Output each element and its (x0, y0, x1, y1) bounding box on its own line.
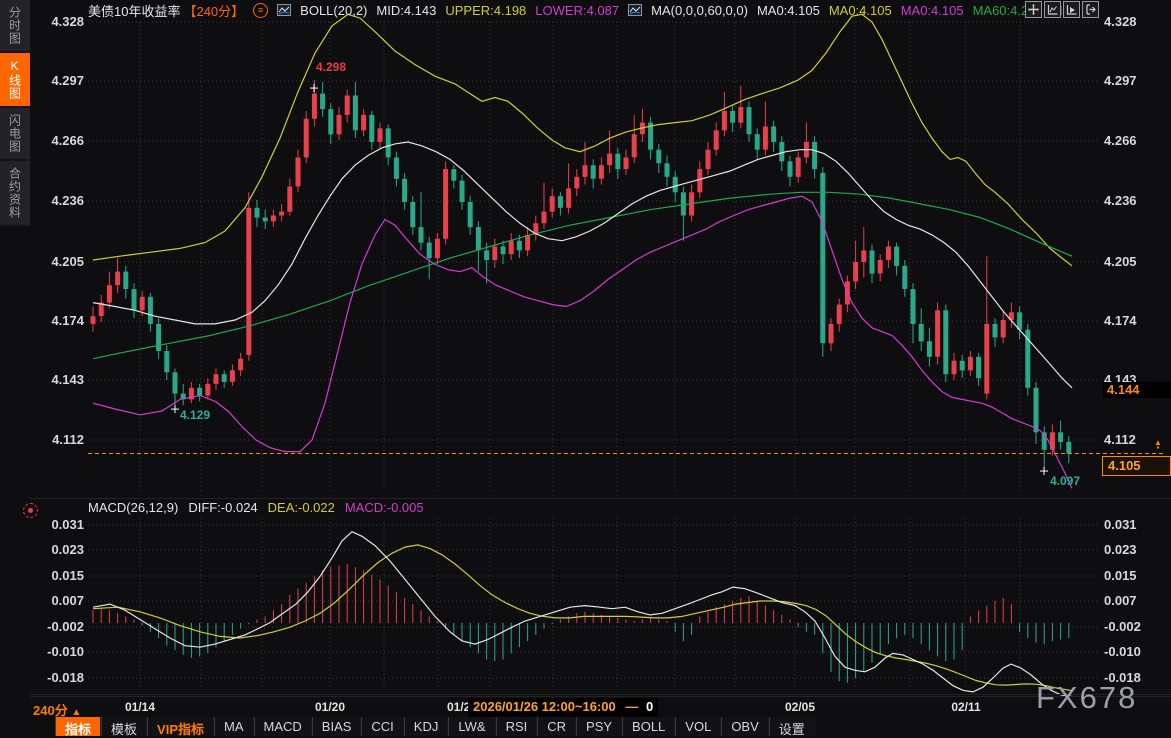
last-price-badge: 4.105 (1102, 456, 1171, 476)
bar-volume-value: 0 (646, 699, 653, 714)
pan-icon[interactable] (1025, 1, 1042, 18)
y-axis-label: 4.174 (1104, 313, 1164, 328)
bar-time-tooltip: 2026/01/26 12:00~16:00 — 0 (468, 698, 658, 717)
y-axis-label: 4.266 (34, 133, 84, 148)
y-axis-label: 0.007 (34, 593, 84, 608)
macd-bottom-separator (30, 694, 1171, 695)
y-axis-label: 0.023 (1104, 542, 1164, 557)
period-text: 240分 (33, 703, 68, 718)
ma0-magenta-value: MA0:4.105 (901, 3, 964, 18)
ma-chart-icon[interactable] (628, 4, 642, 16)
toolbar-item-obv[interactable]: OBV (721, 717, 768, 736)
ma0-white-value: MA0:4.105 (757, 3, 820, 18)
y-axis-label: 0.031 (1104, 517, 1164, 532)
y-axis-label: 4.266 (1104, 133, 1164, 148)
sidebar-tab-active[interactable]: K线图 (0, 53, 30, 108)
boll-label: BOLL(20,2) (300, 3, 367, 18)
macd-header: MACD(26,12,9) DIFF:-0.024 DEA:-0.022 MAC… (88, 500, 424, 516)
y-axis-label: 4.205 (1104, 254, 1164, 269)
date-label: 02/05 (782, 700, 818, 714)
y-axis-label: 4.112 (34, 432, 84, 447)
boll-mid-value: MID:4.143 (376, 3, 436, 18)
toolbar-item-lw[interactable]: LW& (448, 717, 495, 736)
window-controls (1025, 1, 1099, 18)
macd-params-label: MACD(26,12,9) (88, 500, 178, 516)
y-axis-label: 4.236 (1104, 193, 1164, 208)
settlement-price-badge: 4.144 (1103, 382, 1171, 398)
pane-separator (30, 498, 1171, 499)
toolbar-item-ma[interactable]: MA (214, 717, 254, 736)
macd-dea-value: DEA:-0.022 (268, 500, 335, 516)
toolbar-item-cr[interactable]: CR (537, 717, 576, 736)
toolbar-item-rsi[interactable]: RSI (496, 717, 538, 736)
toolbar-item-[interactable]: 指标 (55, 717, 101, 736)
toolbar-item-psy[interactable]: PSY (576, 717, 622, 736)
indicator-header: 美债10年收益率 【240分】 ≡ BOLL(20,2) MID:4.143 U… (88, 2, 1063, 18)
y-axis-label: 0.015 (1104, 568, 1164, 583)
y-axis-label: -0.002 (1104, 619, 1164, 634)
boll-upper-value: UPPER:4.198 (445, 3, 526, 18)
y-axis-label: 4.297 (1104, 73, 1164, 88)
boll-lower-value: LOWER:4.087 (535, 3, 619, 18)
y-axis-label: 0.031 (34, 517, 84, 532)
export-icon[interactable] (1082, 1, 1099, 18)
extreme-price-label: 4.129 (180, 408, 210, 422)
y-axis-label: 4.236 (34, 193, 84, 208)
toolbar-item-boll[interactable]: BOLL (622, 717, 675, 736)
fx678-watermark: FX678 (1036, 680, 1137, 716)
indicator-toolbar: 指标模板VIP指标MAMACDBIASCCIKDJLW&RSICRPSYBOLL… (55, 717, 815, 738)
frame-chart-icon[interactable] (1044, 1, 1061, 18)
scroll-to-latest-icon[interactable]: ▲▪ (1151, 440, 1165, 450)
y-axis-label: -0.010 (34, 644, 84, 659)
date-label: 01/14 (122, 700, 158, 714)
toolbar-item-macd[interactable]: MACD (254, 717, 312, 736)
y-axis-label: 4.297 (34, 73, 84, 88)
toolbar-item-cci[interactable]: CCI (361, 717, 403, 736)
indicator-menu-icon[interactable]: ≡ (253, 3, 268, 18)
date-label: 01/20 (312, 700, 348, 714)
instrument-title: 美债10年收益率 (88, 1, 180, 20)
boll-chart-icon[interactable] (277, 4, 291, 16)
tooltip-dash: — (625, 699, 638, 714)
toolbar-item-[interactable]: 设置 (769, 717, 815, 736)
sidebar-tab-item[interactable]: 闪电图 (0, 108, 30, 161)
y-axis-label: 4.328 (1104, 14, 1164, 29)
period-badge[interactable]: 【240分】 (183, 1, 244, 20)
time-axis-row: 240分 ▲ 01/1401/2001/2602/0502/11 2026/01… (30, 696, 1171, 718)
date-label: 02/11 (948, 700, 984, 714)
y-axis-label: 0.023 (34, 542, 84, 557)
y-axis-label: -0.018 (34, 670, 84, 685)
y-axis-label: 0.015 (34, 568, 84, 583)
sidebar-tabs: 分时图K线图闪电图合约资料 (0, 0, 30, 227)
candlestick-macd-chart-canvas[interactable] (0, 0, 1171, 738)
y-axis-label: -0.010 (1104, 644, 1164, 659)
extreme-price-label: 4.097 (1050, 474, 1080, 488)
y-axis-label: 4.143 (34, 372, 84, 387)
y-axis-label: 4.205 (34, 254, 84, 269)
trading-terminal: 分时图K线图闪电图合约资料 美债10年收益率 【240分】 ≡ BOLL(20,… (0, 0, 1171, 738)
toolbar-item-vol[interactable]: VOL (675, 717, 721, 736)
macd-diff-value: DIFF:-0.024 (188, 500, 257, 516)
play-chart-icon[interactable] (1063, 1, 1080, 18)
y-axis-label: 4.174 (34, 313, 84, 328)
sidebar-tab-item[interactable]: 合约资料 (0, 161, 30, 227)
sidebar-tab-item[interactable]: 分时图 (0, 0, 30, 53)
ma0-yellow-value: MA0:4.105 (829, 3, 892, 18)
sidebar: 分时图K线图闪电图合约资料 (0, 0, 30, 738)
extreme-price-label: 4.298 (316, 60, 346, 74)
toolbar-item-kdj[interactable]: KDJ (404, 717, 449, 736)
y-axis-label: 0.007 (1104, 593, 1164, 608)
ma-label: MA(0,0,0,60,0,0) (651, 3, 748, 18)
toolbar-item-vip[interactable]: VIP指标 (147, 717, 214, 736)
y-axis-label: -0.002 (34, 619, 84, 634)
toolbar-item-[interactable]: 模板 (101, 717, 147, 736)
macd-macd-value: MACD:-0.005 (345, 500, 424, 516)
bar-time-range: 2026/01/26 12:00~16:00 (473, 699, 616, 714)
toolbar-item-bias[interactable]: BIAS (312, 717, 362, 736)
y-axis-label: 4.328 (34, 14, 84, 29)
